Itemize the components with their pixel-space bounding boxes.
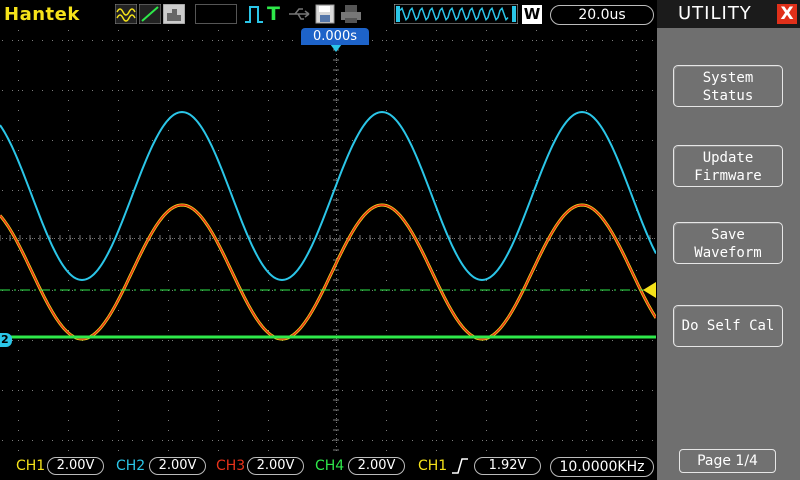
vectors-icon[interactable]: [139, 4, 161, 24]
ch3-scale[interactable]: 2.00V: [247, 457, 304, 475]
trigger-source[interactable]: CH1: [418, 458, 447, 474]
trigger-delay-readout[interactable]: 0.000s: [301, 28, 369, 45]
rising-edge-icon: [452, 458, 468, 474]
ch4-scale[interactable]: 2.00V: [348, 457, 405, 475]
update-firmware-line2: Firmware: [694, 168, 762, 184]
close-icon[interactable]: X: [777, 4, 797, 24]
brand-logo: Hantek: [4, 4, 80, 25]
ch1-label[interactable]: CH1: [16, 458, 45, 474]
menu-title: UTILITY: [678, 3, 752, 24]
status-bar: Hantek T W 20.0us: [0, 0, 655, 28]
system-status-button[interactable]: System Status: [673, 65, 783, 107]
ch2-scale[interactable]: 2.00V: [149, 457, 206, 475]
do-self-cal-button[interactable]: Do Self Cal: [673, 305, 783, 347]
persistence-icon[interactable]: [163, 4, 185, 24]
system-status-line1: System: [702, 70, 754, 86]
waveform-display: [0, 28, 656, 452]
save-icon[interactable]: [315, 4, 335, 24]
save-waveform-button[interactable]: Save Waveform: [673, 222, 783, 264]
acquire-mode-icon[interactable]: [115, 4, 137, 24]
ch1-scale[interactable]: 2.00V: [47, 457, 104, 475]
memory-position-bar[interactable]: [394, 4, 518, 24]
save-waveform-line1: Save: [711, 227, 745, 243]
trigger-level[interactable]: 1.92V: [474, 457, 541, 475]
update-firmware-button[interactable]: Update Firmware: [673, 145, 783, 187]
status-box: [195, 4, 237, 24]
update-firmware-line1: Update: [702, 150, 754, 166]
trigger-frequency: 10.0000KHz: [550, 457, 654, 477]
page-indicator[interactable]: Page 1/4: [679, 449, 776, 473]
ch3-label[interactable]: CH3: [216, 458, 245, 474]
ch2-ground-marker[interactable]: 2: [0, 333, 12, 347]
trigger-edge-icon[interactable]: [243, 4, 265, 24]
trigger-status: T: [267, 3, 280, 25]
usb-icon: [289, 8, 310, 20]
save-waveform-line2: Waveform: [694, 245, 762, 261]
ch2-label[interactable]: CH2: [116, 458, 145, 474]
print-icon[interactable]: [340, 4, 362, 24]
channel-bar: CH1 2.00V CH2 2.00V CH3 2.00V CH4 2.00V …: [0, 452, 656, 480]
timebase-value[interactable]: 20.0us: [550, 5, 654, 25]
do-self-cal-label: Do Self Cal: [681, 318, 775, 334]
system-status-line2: Status: [702, 88, 754, 104]
ch4-label[interactable]: CH4: [315, 458, 344, 474]
window-mode-mark: W: [522, 5, 542, 24]
